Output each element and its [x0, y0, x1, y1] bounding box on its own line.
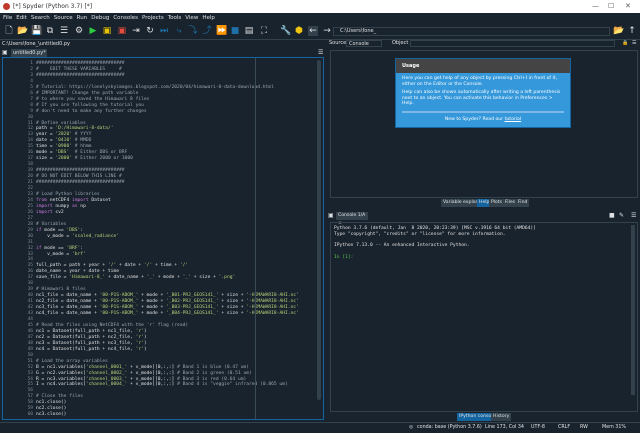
menu-help[interactable]: Help — [202, 13, 215, 23]
minimize-button[interactable]: — — [592, 0, 599, 13]
menu-tools[interactable]: Tools — [168, 13, 182, 23]
maximize-button[interactable]: ☐ — [608, 0, 614, 13]
menu-debug[interactable]: Debug — [91, 13, 109, 23]
preferences-icon[interactable]: ⚙ — [74, 26, 84, 36]
menu-bar: File Edit Search Source Run Debug Consol… — [0, 13, 640, 23]
code-editor[interactable]: 1234567891011121314151617181920212223242… — [2, 57, 324, 420]
menu-projects[interactable]: Projects — [142, 13, 164, 23]
step-into-icon[interactable]: ⤵ — [188, 26, 198, 36]
menu-source[interactable]: Source — [54, 13, 73, 23]
editor-file-path: C:\Users\fone_\untitled0.py — [0, 40, 326, 48]
menu-run[interactable]: Run — [77, 13, 88, 23]
list-icon[interactable]: ☰ — [59, 26, 69, 36]
console-prompt: In [1]: — [334, 255, 634, 261]
save-icon[interactable]: 💾 — [31, 26, 41, 36]
usage-footer-text: New to Spyder? Read our — [445, 117, 503, 122]
line-numbers: 1234567891011121314151617181920212223242… — [3, 61, 33, 418]
menu-consoles[interactable]: Consoles — [113, 13, 138, 23]
run-icon[interactable]: ▶ — [88, 26, 98, 36]
forward-arrow-icon[interactable]: → — [322, 26, 332, 36]
window-title: [*] Spyder (Python 3.7) [*] — [13, 3, 92, 10]
stop-debug-icon[interactable]: ■ — [230, 26, 240, 36]
tutorial-link[interactable]: tutorial — [505, 117, 522, 122]
menu-file[interactable]: File — [3, 13, 12, 23]
wrench-icon[interactable]: 🔧 — [280, 26, 290, 36]
lock-icon[interactable]: 🔒 — [622, 38, 628, 49]
usage-title: Usage — [396, 59, 570, 73]
source-select[interactable]: Console — [346, 40, 382, 47]
object-input[interactable] — [410, 40, 615, 47]
working-directory-input[interactable]: C:\Users\fone_ — [333, 27, 610, 36]
debug-icon[interactable]: ⏭ — [159, 26, 169, 36]
open-file-icon[interactable]: 📂 — [17, 26, 27, 36]
console-tab-bar: ▣ Console 1/A × ■ ✎ ☰ — [326, 211, 640, 221]
ipython-console[interactable]: Python 3.7.6 (default, Jan 8 2020, 20:23… — [330, 222, 638, 412]
line-number: 60 — [3, 412, 33, 418]
tab-find[interactable]: Find — [516, 199, 529, 207]
object-label: Object — [392, 38, 408, 49]
console-options-icon[interactable]: ☰ — [631, 212, 636, 219]
usage-footer: New to Spyder? Read our tutorial — [402, 111, 564, 122]
tab-console-1a[interactable]: Console 1/A × — [336, 212, 368, 220]
status-bar: ◎ conda: base (Python 3.7.6) Line 173, C… — [0, 422, 640, 432]
step-icon[interactable]: ⤷ — [174, 26, 184, 36]
tab-untitled0[interactable]: untitled0.py* × — [11, 49, 47, 57]
menu-edit[interactable]: Edit — [16, 13, 27, 23]
python-path-icon[interactable]: ⬢ — [294, 26, 304, 36]
title-bar: [*] Spyder (Python 3.7) [*] — ☐ ✕ — [0, 0, 640, 13]
help-options-icon[interactable]: ☰ — [632, 38, 636, 49]
parent-dir-icon[interactable]: ↑ — [627, 26, 637, 36]
code-line: nc3.close() — [36, 412, 299, 418]
code-content[interactable]: ################################# EDIT T… — [36, 61, 299, 418]
run-selection-icon[interactable]: ⇥ — [131, 26, 141, 36]
fullscreen-icon[interactable]: ⛶ — [259, 26, 269, 36]
maximize-pane-icon[interactable]: ▤ — [244, 26, 254, 36]
tab-history[interactable]: History — [491, 413, 511, 421]
continue-icon[interactable]: ⏩ — [216, 26, 226, 36]
browse-console-tabs-icon[interactable]: ▣ — [328, 212, 334, 219]
new-file-icon[interactable]: 🗋 — [4, 26, 14, 36]
console-tab-label: Console 1/A — [338, 213, 365, 218]
editor-scrollbar[interactable] — [317, 60, 321, 400]
tab-plots[interactable]: Plots — [489, 199, 504, 207]
tab-files[interactable]: Files — [503, 199, 517, 207]
browse-folder-icon[interactable]: 📂 — [613, 26, 623, 36]
rerun-icon[interactable]: ↻ — [145, 26, 155, 36]
save-all-icon[interactable]: ⧉ — [45, 26, 55, 36]
pane-tabs: Variable explorer Help Plots Files Find — [441, 199, 561, 207]
bottom-tabs: IPython console History — [457, 413, 517, 421]
menu-view[interactable]: View — [185, 13, 198, 23]
stop-kernel-icon[interactable]: ■ — [609, 212, 615, 219]
source-label: Source — [329, 38, 346, 49]
back-arrow-icon[interactable]: ← — [308, 26, 318, 36]
spyder-logo-icon — [3, 3, 10, 10]
run-cell-advance-icon[interactable]: ▣ — [117, 26, 127, 36]
run-cell-icon[interactable]: ▣ — [102, 26, 112, 36]
step-return-icon[interactable]: ⤴ — [202, 26, 212, 36]
help-header: Source Console Object 🔒 ☰ — [326, 38, 640, 49]
edge-line — [255, 58, 256, 419]
console-scrollbar[interactable] — [631, 225, 635, 395]
menu-search[interactable]: Search — [31, 13, 50, 23]
editor-options-icon[interactable]: ☰ — [318, 49, 323, 56]
usage-box: Usage Here you can get help of any objec… — [395, 58, 571, 128]
code-line: nc4_file = date_name + '00-P1S-ABOM_' + … — [36, 311, 299, 317]
browse-tabs-icon[interactable]: ▣ — [2, 49, 8, 56]
usage-text-2: Help can also be shown automatically aft… — [396, 87, 570, 107]
usage-text-1: Here you can get help of any object by p… — [396, 73, 570, 87]
clear-console-icon[interactable]: ✎ — [619, 212, 624, 219]
tab-label: untitled0.py* — [13, 50, 46, 56]
editor-tab-bar: ▣ untitled0.py* × ☰ — [0, 48, 326, 57]
close-button[interactable]: ✕ — [625, 0, 631, 13]
code-line: I = nc4.variables['channel_0004_' + v_mo… — [36, 382, 299, 388]
